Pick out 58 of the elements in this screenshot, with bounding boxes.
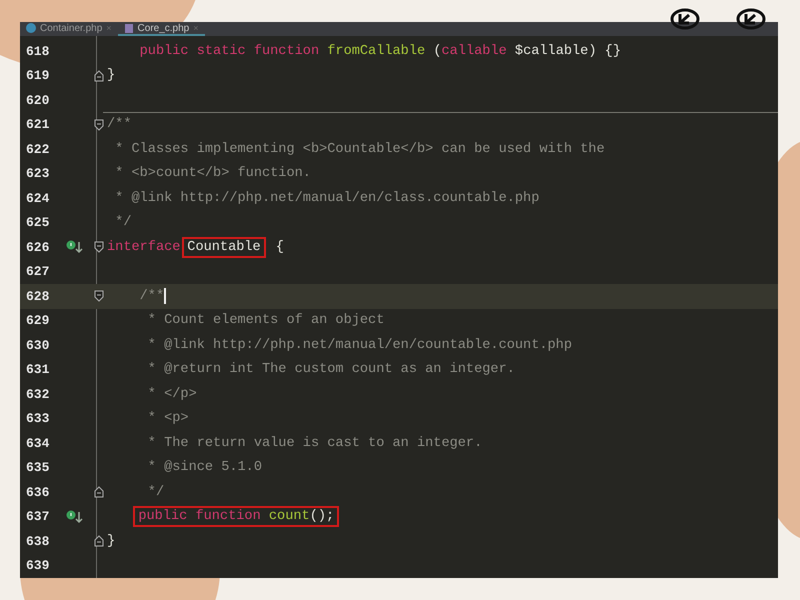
file-tab[interactable]: Core_c.php × (118, 22, 205, 36)
code-line: * <b>count</b> function. (114, 166, 311, 182)
line-number: 634 (25, 436, 50, 451)
code-line: * @link http://php.net/manual/en/countable.count.php (146, 338, 572, 353)
code-line: * @return int The custom count as an integer. (146, 362, 515, 378)
line-number: 632 (25, 386, 50, 402)
line-number: 629 (25, 313, 50, 328)
code-text: { (274, 240, 284, 255)
highlighted-code: public function count(); (133, 506, 340, 528)
line-number: 638 (25, 534, 50, 549)
class-icon (26, 23, 36, 33)
line-number: 637 (25, 509, 50, 524)
text-caret (164, 288, 166, 304)
code-line: * The return value is cast to an integer. (146, 436, 482, 451)
code-line: /** (138, 288, 164, 304)
line-number: 633 (25, 411, 50, 426)
fold-end-icon[interactable] (94, 70, 104, 82)
line-number: 624 (25, 190, 50, 206)
line-number: 626 (25, 240, 50, 255)
line-number: 620 (25, 92, 50, 108)
line-number: 623 (25, 166, 50, 182)
code-line: } (107, 534, 116, 549)
fold-icon[interactable] (94, 118, 104, 131)
code-line: * @since 5.1.0 (146, 460, 262, 476)
tab-label: Core_c.php (138, 22, 190, 34)
line-number: 635 (25, 460, 50, 476)
line-number: 627 (25, 264, 50, 280)
code-line: } (107, 68, 116, 84)
line-number: 621 (25, 117, 50, 132)
code-line: /** (107, 117, 132, 132)
tab-label: Container.php (40, 22, 102, 34)
line-number: 630 (25, 338, 50, 353)
implemented-marker-icon[interactable] (66, 240, 84, 254)
code-line: */ (146, 484, 164, 500)
fold-end-icon[interactable] (94, 535, 104, 548)
code-line: * Count elements of an object (146, 313, 384, 328)
code-text: interface (107, 240, 180, 255)
code-line: */ (114, 215, 132, 230)
fold-icon[interactable] (94, 241, 104, 254)
implemented-marker-icon[interactable] (66, 510, 84, 524)
fold-icon[interactable] (94, 290, 104, 302)
line-number: 619 (25, 68, 50, 84)
line-number: 625 (25, 215, 50, 230)
code-line: * Classes implementing <b>Countable</b> can be used with the (114, 142, 605, 157)
highlighted-code: Countable (182, 236, 266, 258)
code-line: * <p> (146, 411, 189, 426)
file-tab[interactable]: Container.php × (20, 22, 118, 36)
line-number: 628 (25, 288, 50, 304)
line-number: 618 (25, 44, 50, 59)
line-number: 636 (25, 484, 50, 500)
line-number: 622 (25, 142, 50, 157)
code-line: * </p> (146, 386, 197, 402)
code-line: public static function fromCallable (callable $callable) {} (138, 44, 621, 59)
file-icon (124, 23, 134, 33)
line-number: 639 (25, 558, 50, 574)
line-number: 631 (25, 362, 50, 378)
fold-end-icon[interactable] (94, 486, 104, 498)
code-line: * @link http://php.net/manual/en/class.countable.php (114, 190, 540, 206)
